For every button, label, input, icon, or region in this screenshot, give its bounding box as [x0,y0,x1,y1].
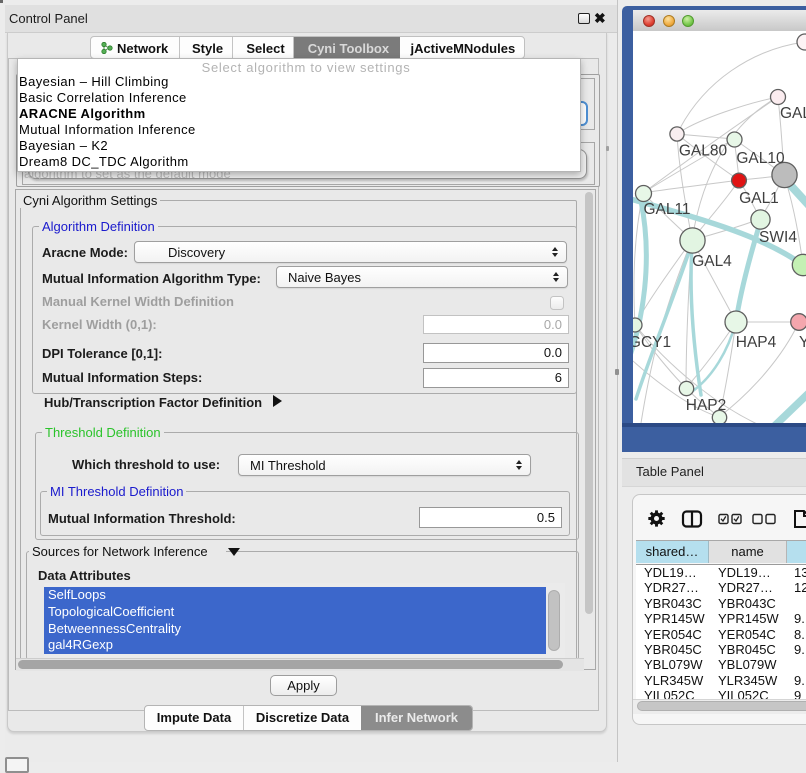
svg-text:GAL80: GAL80 [679,143,728,160]
svg-text:GAL11: GAL11 [643,201,690,218]
svg-text:SWI4: SWI4 [759,229,797,246]
svg-text:HAP2: HAP2 [686,397,727,414]
svg-text:GCY1: GCY1 [633,334,671,351]
svg-text:YM: YM [799,334,806,351]
svg-text:GAL1: GAL1 [739,190,779,207]
svg-text:GAL10: GAL10 [736,150,785,167]
svg-text:GAL4: GAL4 [692,253,732,270]
svg-text:GAL7: GAL7 [780,105,806,122]
svg-text:HAP4: HAP4 [736,334,777,351]
